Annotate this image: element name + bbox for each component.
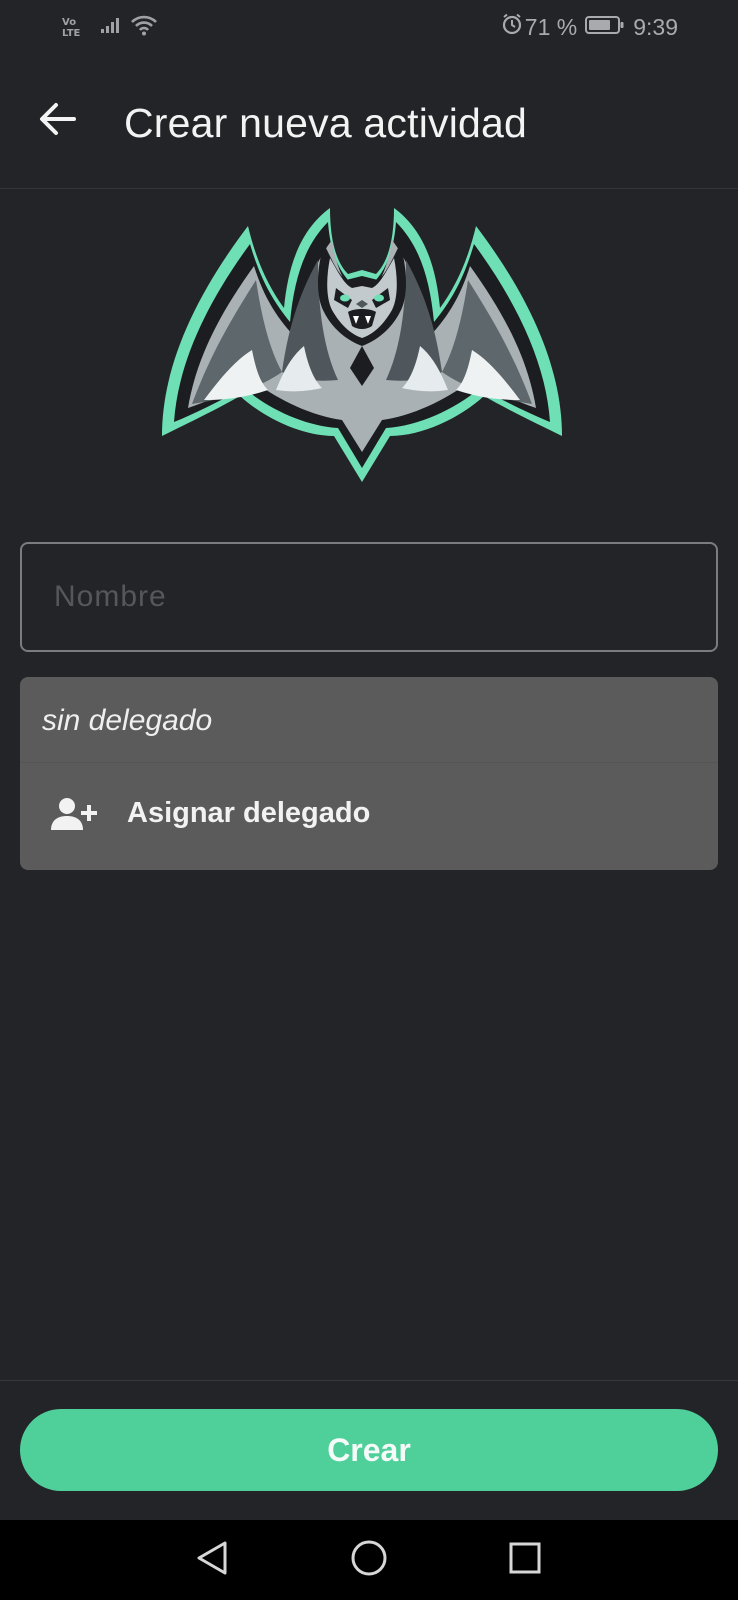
back-button[interactable] xyxy=(30,93,86,149)
arrow-back-icon xyxy=(38,101,78,142)
wifi-icon xyxy=(130,14,158,41)
name-input[interactable] xyxy=(22,544,716,650)
nav-home-button[interactable] xyxy=(347,1538,391,1582)
status-right: 71 % 9:39 xyxy=(501,13,678,41)
name-field[interactable] xyxy=(20,542,718,652)
battery-icon xyxy=(585,14,625,41)
battery-percent: 71 % xyxy=(524,13,578,40)
system-nav-bar xyxy=(0,1520,738,1600)
bottom-divider xyxy=(0,1380,738,1381)
assign-delegate-label: Asignar delegado xyxy=(127,797,371,829)
recents-square-icon xyxy=(508,1541,542,1580)
clock: 9:39 xyxy=(633,13,678,40)
signal-icon xyxy=(100,15,124,40)
status-bar: Vo LTE 71 % 9:39 xyxy=(0,0,738,58)
person-add-icon xyxy=(50,796,98,837)
delegate-status: sin delegado xyxy=(42,704,213,737)
bat-logo xyxy=(152,200,572,490)
nav-recents-button[interactable] xyxy=(503,1538,547,1582)
volte-label: Vo xyxy=(62,16,77,28)
volte-indicator: Vo LTE xyxy=(62,17,80,39)
assign-delegate-button[interactable]: Asignar delegado xyxy=(20,763,718,870)
lte-label: LTE xyxy=(62,27,81,39)
screen: Vo LTE 71 % 9:39 Crear nueva actividad N… xyxy=(0,0,738,1600)
status-left: Vo LTE xyxy=(62,14,158,41)
app-bar: Crear nueva actividad xyxy=(0,58,738,189)
back-triangle-icon xyxy=(195,1540,229,1581)
nav-back-button[interactable] xyxy=(190,1538,234,1582)
alarm-icon xyxy=(501,13,523,41)
home-circle-icon xyxy=(350,1539,388,1582)
delegate-card: sin delegado Asignar delegado xyxy=(20,677,718,870)
create-button[interactable]: Crear xyxy=(20,1409,718,1491)
page-title: Crear nueva actividad xyxy=(124,100,528,146)
